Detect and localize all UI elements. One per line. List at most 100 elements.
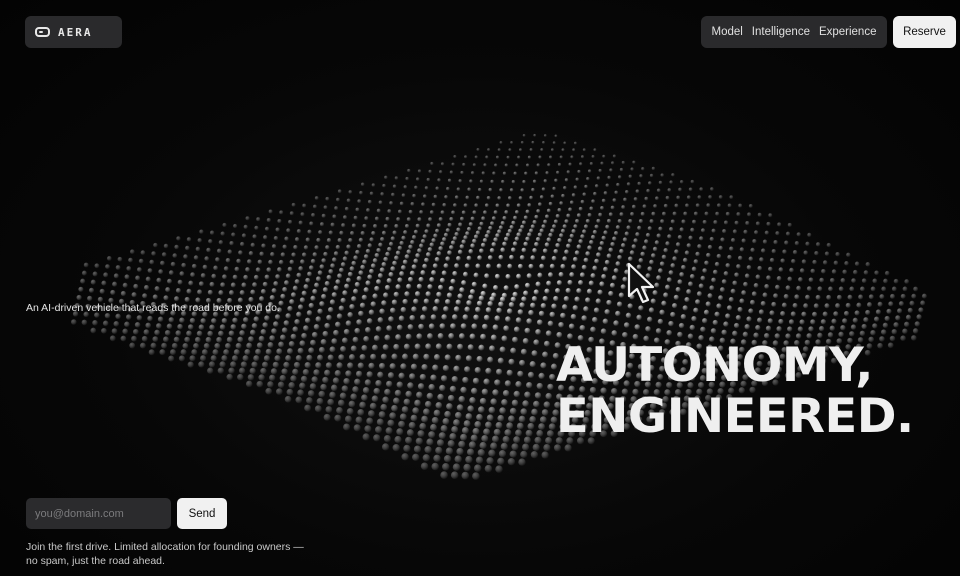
mesh-particle <box>149 259 155 265</box>
mesh-particle <box>577 169 581 174</box>
mesh-particle <box>445 447 454 455</box>
mesh-particle <box>366 417 374 425</box>
mesh-particle <box>675 286 681 293</box>
mesh-particle <box>637 225 642 230</box>
mesh-particle <box>440 162 445 166</box>
mesh-particle <box>497 457 505 465</box>
mesh-particle <box>535 281 541 287</box>
mesh-particle <box>497 148 501 152</box>
mesh-particle <box>209 324 215 331</box>
brand-badge[interactable]: AERA <box>25 16 122 48</box>
mesh-particle <box>533 133 537 137</box>
mesh-particle <box>239 290 245 296</box>
mesh-particle <box>454 411 462 419</box>
mesh-particle <box>378 411 386 419</box>
mesh-particle <box>235 342 242 349</box>
mesh-particle <box>501 335 508 342</box>
mesh-particle <box>454 231 459 237</box>
mesh-particle <box>494 273 500 279</box>
mesh-particle <box>480 242 486 248</box>
mesh-particle <box>449 432 457 441</box>
mesh-particle <box>556 170 560 175</box>
mesh-particle <box>604 259 610 265</box>
mesh-particle <box>318 346 325 353</box>
mesh-particle <box>103 272 109 278</box>
nav-item-experience[interactable]: Experience <box>819 26 877 38</box>
mesh-particle <box>591 154 595 159</box>
mesh-particle <box>681 264 686 270</box>
mesh-particle <box>556 280 562 286</box>
mesh-particle <box>361 294 368 301</box>
mesh-particle <box>346 244 351 249</box>
mesh-particle <box>556 331 563 338</box>
mesh-particle <box>863 317 869 323</box>
mesh-particle <box>330 222 335 227</box>
mesh-particle <box>301 252 307 257</box>
mesh-particle <box>395 334 402 341</box>
mesh-particle <box>525 163 530 167</box>
mesh-particle <box>547 383 554 391</box>
mesh-particle <box>658 226 663 231</box>
mesh-particle <box>246 259 252 264</box>
mesh-particle <box>571 229 576 234</box>
mesh-particle <box>486 263 491 269</box>
mesh-particle <box>300 259 305 265</box>
mesh-particle <box>474 420 482 428</box>
mesh-particle <box>507 458 516 466</box>
mesh-particle <box>739 247 745 252</box>
mesh-particle <box>492 171 496 175</box>
mesh-particle <box>339 230 344 235</box>
mesh-particle <box>403 185 408 189</box>
mesh-particle <box>188 280 194 286</box>
mesh-particle <box>483 428 491 436</box>
mesh-particle <box>466 255 472 261</box>
mesh-particle <box>398 420 406 428</box>
mesh-particle <box>822 260 828 265</box>
mesh-particle <box>325 196 330 201</box>
mesh-particle <box>633 238 638 243</box>
mesh-particle <box>268 209 273 214</box>
mesh-particle <box>875 309 881 315</box>
mesh-particle <box>751 291 757 297</box>
mesh-particle <box>715 211 720 216</box>
mesh-particle <box>221 355 228 362</box>
mesh-particle <box>488 449 496 457</box>
mesh-particle <box>870 286 876 292</box>
mesh-particle <box>340 262 346 267</box>
mesh-particle <box>122 282 128 288</box>
reserve-button[interactable]: Reserve <box>893 16 956 48</box>
mesh-particle <box>447 222 452 227</box>
mesh-particle <box>389 363 396 370</box>
mesh-particle <box>461 427 469 434</box>
mesh-particle <box>200 355 207 362</box>
mesh-particle <box>315 276 321 282</box>
mesh-particle <box>284 236 289 241</box>
mesh-particle <box>294 279 300 285</box>
mesh-particle <box>374 426 383 434</box>
mesh-particle <box>392 184 397 189</box>
mesh-particle <box>472 472 480 480</box>
nav-item-model[interactable]: Model <box>711 26 742 38</box>
mesh-particle <box>181 262 187 268</box>
nav-item-intelligence[interactable]: Intelligence <box>752 26 810 38</box>
mesh-particle <box>849 331 855 337</box>
mesh-particle <box>469 179 473 183</box>
mesh-particle <box>417 430 425 438</box>
email-input[interactable] <box>26 498 171 529</box>
mesh-particle <box>323 205 328 210</box>
mesh-particle <box>172 253 178 258</box>
mesh-particle <box>353 255 358 261</box>
mesh-particle <box>785 285 791 291</box>
mesh-particle <box>637 181 641 186</box>
mesh-particle <box>688 187 693 192</box>
mesh-particle <box>529 148 533 152</box>
mesh-particle <box>499 141 503 144</box>
mesh-particle <box>691 316 697 322</box>
mesh-particle <box>710 187 714 191</box>
mesh-particle <box>450 278 456 284</box>
mesh-particle <box>546 237 552 242</box>
mesh-particle <box>558 271 564 278</box>
mesh-particle <box>197 238 202 243</box>
send-button[interactable]: Send <box>177 498 227 529</box>
mesh-particle <box>225 257 231 263</box>
